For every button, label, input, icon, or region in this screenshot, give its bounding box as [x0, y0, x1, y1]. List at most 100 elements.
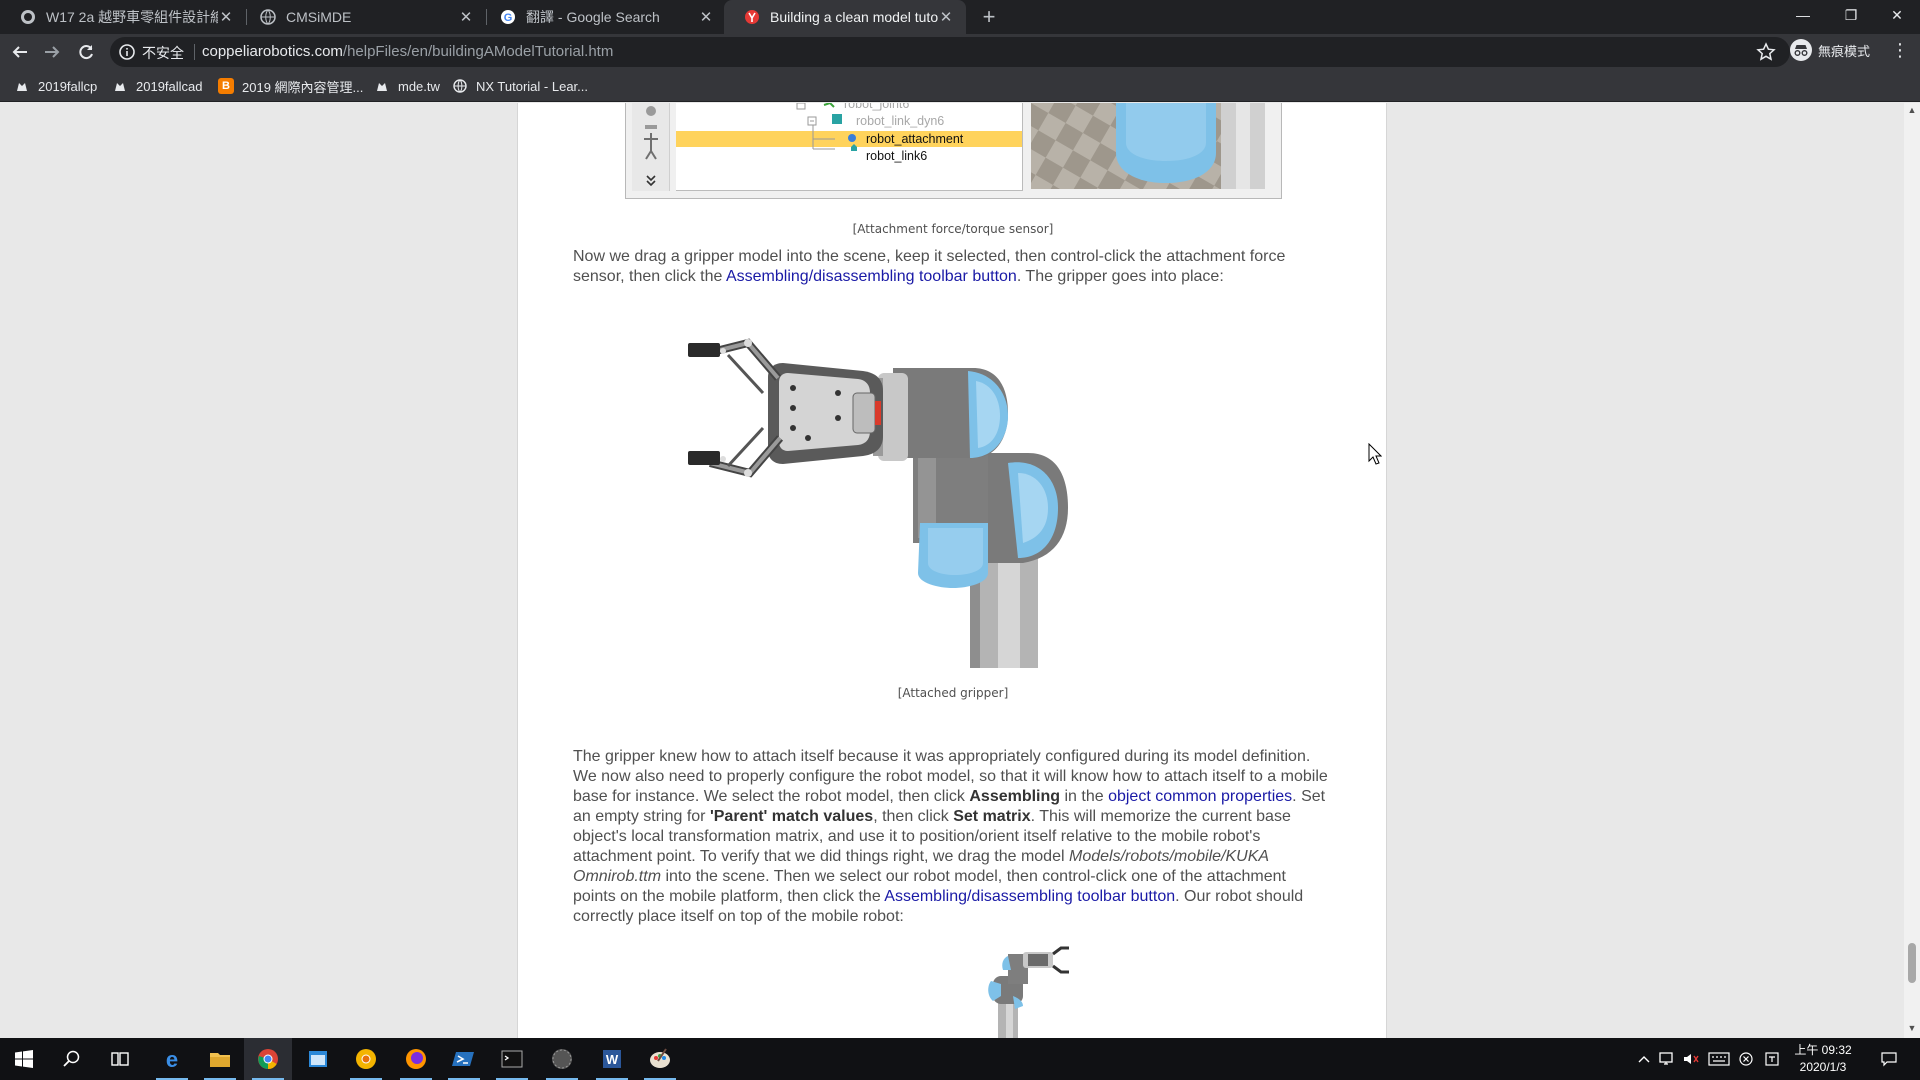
assembling-toolbar-link-2[interactable]: Assembling/disassembling toolbar button [884, 888, 1175, 905]
figure2-caption: [Attached gripper] [897, 686, 1009, 700]
set-matrix-bold: Set matrix [953, 808, 1031, 825]
scroll-up-arrow-icon[interactable]: ▲ [1904, 105, 1920, 119]
figure1-caption: [Attachment force/torque sensor] [852, 222, 1054, 236]
taskbar-edge[interactable]: e [148, 1038, 196, 1080]
tree-item-robot-link6[interactable]: robot_link6 [866, 149, 927, 163]
bookmark-nx-tutorial[interactable]: NX Tutorial - Lear... [452, 76, 588, 96]
ime-icon[interactable] [1762, 1038, 1782, 1080]
bookmark-2019-web-content[interactable]: B 2019 網際內容管理... [218, 76, 363, 96]
back-button[interactable] [8, 40, 32, 64]
page-scrollbar[interactable]: ▲ ▼ [1904, 103, 1920, 1038]
svg-text:e: e [166, 1047, 178, 1071]
tab-building-model[interactable]: Building a clean model tutorial ✕ [724, 0, 966, 34]
clock-time: 上午 09:32 [1794, 1043, 1852, 1057]
bookmark-label: 2019fallcp [38, 78, 98, 94]
new-tab-button[interactable]: + [976, 4, 1002, 30]
close-icon[interactable]: ✕ [698, 8, 714, 26]
bookmark-label: 2019fallcad [136, 78, 203, 94]
keyboard-icon[interactable] [1706, 1038, 1732, 1080]
windows-start-icon [15, 1050, 33, 1068]
bookmark-2019fallcad[interactable]: 2019fallcad [112, 76, 203, 96]
globe-icon [452, 78, 468, 94]
taskbar-app[interactable] [538, 1038, 586, 1080]
chrome-canary-icon [356, 1049, 376, 1069]
taskbar-chrome-canary[interactable] [342, 1038, 390, 1080]
menu-icon[interactable]: ⋮ [1890, 40, 1910, 64]
para1-text-2: . The gripper goes into place: [1016, 268, 1224, 285]
bookmark-mde-tw[interactable]: mde.tw [374, 76, 440, 96]
tree-item-robot-link-dyn6[interactable]: robot_link_dyn6 [856, 114, 944, 128]
bookmark-label: NX Tutorial - Lear... [476, 78, 588, 94]
taskbar-chrome[interactable] [244, 1038, 292, 1080]
coppelia-icon [745, 10, 759, 24]
tree-item-robot-attachment[interactable]: robot_attachment [866, 132, 963, 146]
taskbar-terminal[interactable] [488, 1038, 536, 1080]
reload-icon [79, 45, 93, 60]
forward-button[interactable] [40, 40, 64, 64]
firefox-icon [406, 1049, 426, 1069]
app-window-icon [309, 1051, 327, 1067]
tab-strip: W17 2a 越野車零組件設計繪圖与 ✕ CMSiMDE ✕ G 翻譯 - Go… [0, 0, 1920, 34]
taskbar-powershell[interactable] [440, 1038, 488, 1080]
notifications-icon[interactable] [1872, 1038, 1906, 1080]
network-icon[interactable] [1656, 1038, 1678, 1080]
tab-title: Building a clean model tutorial [770, 9, 938, 25]
close-window-button[interactable]: ✕ [1874, 0, 1920, 30]
tab-title: 翻譯 - Google Search [526, 9, 660, 25]
paragraph-robot-configure: The gripper knew how to attach itself be… [573, 747, 1333, 927]
omnibox-divider [194, 44, 195, 60]
page-viewport: robot_joint6 robot_link_dyn6 robot_attac… [0, 103, 1904, 1038]
tab-title: W17 2a 越野車零組件設計繪圖与 [46, 9, 218, 25]
cat-icon [374, 78, 390, 94]
bookmark-label: mde.tw [398, 78, 440, 94]
svg-text:G: G [504, 12, 513, 24]
volume-muted-icon[interactable] [1680, 1038, 1702, 1080]
close-icon[interactable]: ✕ [218, 8, 234, 26]
tab-google-search[interactable]: G 翻譯 - Google Search ✕ [480, 0, 726, 34]
minimize-button[interactable]: — [1780, 0, 1826, 30]
word-icon: W [603, 1050, 621, 1068]
object-common-properties-link[interactable]: object common properties [1108, 788, 1292, 805]
scene-hierarchy-figure: robot_joint6 robot_link_dyn6 robot_attac… [625, 103, 1282, 199]
tab-title: CMSiMDE [286, 9, 352, 25]
url-path: /helpFiles/en/buildingAModelTutorial.htm [342, 43, 614, 60]
restore-button[interactable]: ❐ [1828, 0, 1874, 30]
taskbar-word[interactable]: W [588, 1038, 636, 1080]
globe-icon [260, 9, 276, 25]
paint-icon [650, 1048, 670, 1068]
close-icon[interactable]: ✕ [938, 8, 954, 26]
tab-cmsimde[interactable]: CMSiMDE ✕ [240, 0, 486, 34]
security-label[interactable]: 不安全 [142, 43, 184, 63]
cat-icon [112, 78, 128, 94]
tray-chevron-icon[interactable] [1636, 1038, 1652, 1080]
taskbar-clock[interactable]: 上午 09:32 2020/1/3 [1788, 1042, 1858, 1076]
taskbar-app-window[interactable] [294, 1038, 342, 1080]
edge-icon: e [166, 1047, 178, 1071]
star-icon[interactable] [1756, 42, 1776, 62]
close-icon[interactable]: ✕ [458, 8, 474, 26]
search-button[interactable] [48, 1038, 96, 1080]
tab-w17[interactable]: W17 2a 越野車零組件設計繪圖与 ✕ [0, 0, 246, 34]
windows-taskbar: e W 上午 09:32 2020/1/3 [0, 1038, 1920, 1080]
taskbar-firefox[interactable] [392, 1038, 440, 1080]
address-bar[interactable]: 不安全 coppeliarobotics.com/helpFiles/en/bu… [110, 37, 1790, 67]
task-view-button[interactable] [96, 1038, 144, 1080]
incognito-indicator[interactable]: 無痕模式 [1790, 39, 1870, 61]
taskbar-paint[interactable] [636, 1038, 684, 1080]
start-button[interactable] [0, 1038, 48, 1080]
scrollbar-thumb[interactable] [1908, 943, 1916, 983]
app-icon [552, 1049, 572, 1069]
scroll-down-arrow-icon[interactable]: ▼ [1904, 1023, 1920, 1037]
blogger-icon: B [218, 78, 234, 94]
status-x-icon[interactable] [1736, 1038, 1756, 1080]
reload-button[interactable] [74, 40, 98, 64]
tree-item-robot-joint6[interactable]: robot_joint6 [844, 103, 909, 111]
info-icon[interactable] [118, 43, 136, 61]
taskbar-file-explorer[interactable] [196, 1038, 244, 1080]
bookmarks-bar: 2019fallcp 2019fallcad B 2019 網際內容管理... … [0, 70, 1920, 102]
url-text[interactable]: coppeliarobotics.com/helpFiles/en/buildi… [202, 43, 613, 60]
content-column: robot_joint6 robot_link_dyn6 robot_attac… [517, 103, 1387, 1038]
bookmark-2019fallcp[interactable]: 2019fallcp [14, 76, 97, 96]
assembling-toolbar-link[interactable]: Assembling/disassembling toolbar button [726, 268, 1017, 285]
clock-date: 2020/1/3 [1799, 1060, 1847, 1074]
